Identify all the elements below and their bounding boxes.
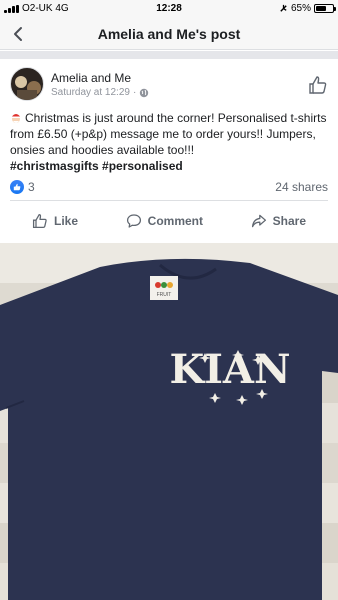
share-label: Share — [272, 213, 306, 228]
post-photo[interactable]: FRUIT KIAN — [0, 243, 338, 600]
like-reaction-icon — [10, 180, 24, 194]
comment-label: Comment — [147, 213, 203, 228]
status-bar: O2-UK 4G 12:28 65% — [0, 0, 338, 18]
post-header: Amelia and Me Saturday at 12:29 · — [10, 67, 328, 103]
engagement-stats: 3 24 shares — [10, 180, 328, 196]
share-count[interactable]: 24 shares — [275, 180, 328, 194]
author-name[interactable]: Amelia and Me — [51, 71, 131, 85]
nav-bar: Amelia and Me's post — [0, 18, 338, 50]
post-meta: Saturday at 12:29 · — [51, 87, 149, 98]
thumbs-up-icon — [32, 213, 47, 228]
reactions-summary[interactable]: 3 — [10, 180, 35, 194]
share-arrow-icon — [251, 214, 266, 227]
reaction-count: 3 — [28, 180, 35, 194]
globe-icon — [140, 88, 149, 97]
like-button[interactable]: Like — [32, 213, 78, 229]
thumbs-up-outline-icon — [309, 76, 327, 94]
comment-icon — [126, 213, 141, 228]
alarm-icon — [280, 4, 287, 12]
shirt-print-text: KIAN — [169, 346, 290, 393]
post-body: Christmas is just around the corner! Per… — [10, 111, 327, 157]
status-right: 65% — [279, 3, 336, 14]
battery-icon — [314, 4, 336, 13]
section-divider — [0, 51, 338, 59]
avatar[interactable] — [10, 67, 44, 101]
page-like-button[interactable] — [308, 75, 328, 95]
post-timestamp[interactable]: Saturday at 12:29 — [51, 87, 130, 98]
post-hashtags[interactable]: #christmasgifts #personalised — [10, 159, 183, 173]
battery-percent: 65% — [290, 3, 311, 14]
share-button[interactable]: Share — [251, 213, 306, 229]
tshirt-graphic: FRUIT KIAN — [0, 258, 338, 600]
post-text: Christmas is just around the corner! Per… — [10, 110, 330, 174]
page-title: Amelia and Me's post — [97, 26, 241, 42]
like-label: Like — [54, 213, 79, 228]
post-actions: Like Comment Share — [10, 200, 328, 240]
comment-button[interactable]: Comment — [126, 213, 203, 229]
meta-separator: · — [132, 87, 137, 98]
shirt-label-text: FRUIT — [157, 292, 172, 298]
santa-emoji-icon — [11, 114, 21, 123]
